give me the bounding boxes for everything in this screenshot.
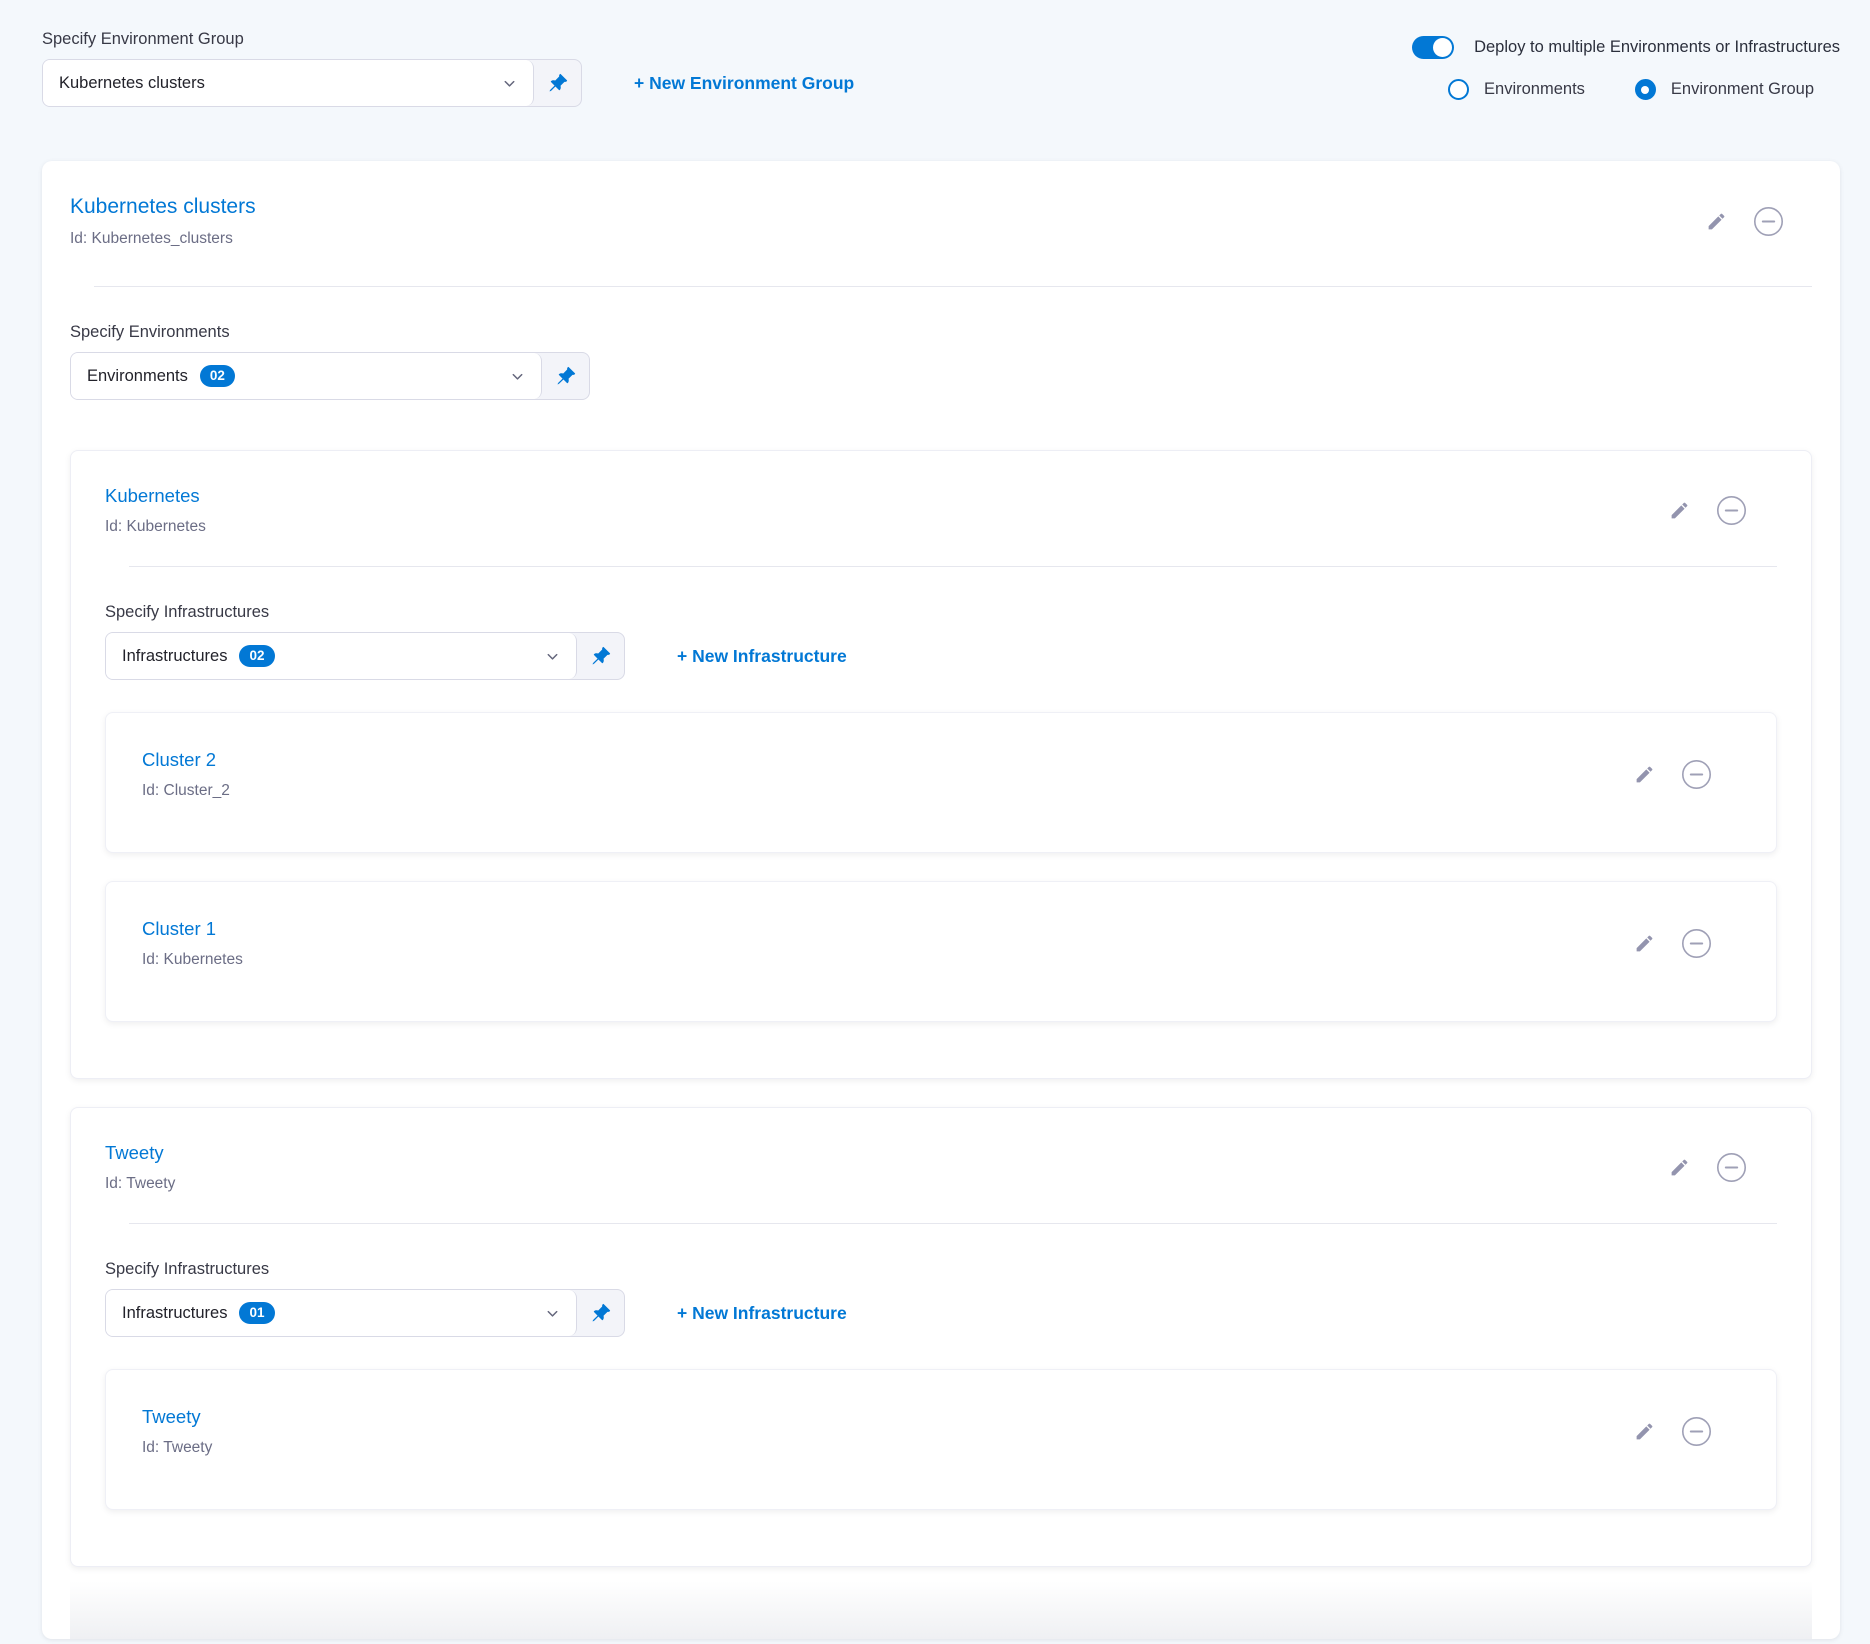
remove-minus-circle-icon (1753, 206, 1784, 237)
divider (129, 566, 1777, 567)
infrastructures-count-badge: 01 (239, 1302, 274, 1324)
radio-environment-group[interactable]: Environment Group (1635, 79, 1814, 100)
deploy-multiple-toggle-label: Deploy to multiple Environments or Infra… (1474, 38, 1840, 57)
infrastructures-select-value: Infrastructures (122, 647, 227, 666)
environment-title[interactable]: Tweety (105, 1142, 175, 1164)
new-infrastructure-link[interactable]: + New Infrastructure (677, 646, 847, 667)
divider (129, 1223, 1777, 1224)
environment-heading: Kubernetes Id: Kubernetes (105, 485, 206, 536)
infrastructure-title[interactable]: Cluster 2 (142, 749, 230, 771)
infrastructure-id: Id: Kubernetes (142, 951, 243, 969)
edit-infrastructure-button[interactable] (1634, 764, 1655, 785)
edit-pencil-icon (1706, 211, 1727, 232)
new-infrastructure-link[interactable]: + New Infrastructure (677, 1303, 847, 1324)
environment-group-select-value: Kubernetes clusters (59, 74, 205, 93)
environment-heading: Tweety Id: Tweety (105, 1142, 175, 1193)
infrastructure-heading: Cluster 2 Id: Cluster_2 (142, 749, 230, 800)
infrastructure-card: Tweety Id: Tweety (105, 1369, 1777, 1510)
radio-circle-icon (1448, 79, 1469, 100)
divider (94, 286, 1812, 287)
environment-card: Tweety Id: Tweety Specify Infrastructure… (70, 1107, 1812, 1567)
edit-pencil-icon (1669, 500, 1690, 521)
specify-infrastructures-label: Specify Infrastructures (105, 1260, 1777, 1279)
environment-group-id: Id: Kubernetes_clusters (70, 230, 256, 248)
pin-infrastructures-button[interactable] (577, 1290, 624, 1336)
environment-group-heading: Kubernetes clusters Id: Kubernetes_clust… (70, 195, 256, 248)
pin-environments-button[interactable] (542, 353, 589, 399)
infrastructures-list: Tweety Id: Tweety (105, 1369, 1777, 1510)
environment-group-card: Kubernetes clusters Id: Kubernetes_clust… (42, 161, 1840, 1639)
infrastructures-count-badge: 02 (239, 645, 274, 667)
pushpin-icon (591, 1303, 611, 1323)
environment-id: Id: Kubernetes (105, 518, 206, 536)
bottom-scroll-fade (70, 1581, 1812, 1639)
infrastructure-heading: Cluster 1 Id: Kubernetes (142, 918, 243, 969)
infrastructure-title[interactable]: Cluster 1 (142, 918, 243, 940)
edit-environment-button[interactable] (1669, 500, 1690, 521)
edit-infrastructure-button[interactable] (1634, 1421, 1655, 1442)
environment-group-selector-block: Specify Environment Group Kubernetes clu… (42, 30, 854, 107)
chevron-down-icon (545, 1306, 560, 1321)
edit-environment-group-button[interactable] (1706, 211, 1727, 232)
remove-minus-circle-icon (1681, 759, 1712, 790)
radio-environment-group-label: Environment Group (1671, 80, 1814, 99)
remove-infrastructure-button[interactable] (1681, 759, 1712, 790)
environment-group-select[interactable]: Kubernetes clusters (42, 59, 582, 107)
edit-environment-button[interactable] (1669, 1157, 1690, 1178)
chevron-down-icon (545, 649, 560, 664)
radio-environments-label: Environments (1484, 80, 1585, 99)
pushpin-icon (591, 646, 611, 666)
infrastructures-select-value: Infrastructures (122, 1304, 227, 1323)
infrastructures-select[interactable]: Infrastructures 02 (105, 632, 625, 680)
environments-count-badge: 02 (200, 365, 235, 387)
environments-select[interactable]: Environments 02 (70, 352, 590, 400)
infrastructure-id: Id: Tweety (142, 1439, 212, 1457)
remove-minus-circle-icon (1716, 495, 1747, 526)
edit-pencil-icon (1634, 933, 1655, 954)
infrastructure-card: Cluster 1 Id: Kubernetes (105, 881, 1777, 1022)
remove-minus-circle-icon (1681, 1416, 1712, 1447)
top-bar: Specify Environment Group Kubernetes clu… (0, 0, 1870, 107)
deploy-options-block: Deploy to multiple Environments or Infra… (1412, 30, 1840, 107)
chevron-down-icon (502, 76, 517, 91)
remove-minus-circle-icon (1681, 928, 1712, 959)
environment-card: Kubernetes Id: Kubernetes Specify Infras… (70, 450, 1812, 1079)
infrastructures-select[interactable]: Infrastructures 01 (105, 1289, 625, 1337)
infrastructure-title[interactable]: Tweety (142, 1406, 212, 1428)
deploy-multiple-toggle[interactable] (1412, 36, 1454, 59)
infrastructure-card: Cluster 2 Id: Cluster_2 (105, 712, 1777, 853)
radio-selected-circle-icon (1635, 79, 1656, 100)
chevron-down-icon (510, 369, 525, 384)
environments-list: Kubernetes Id: Kubernetes Specify Infras… (70, 450, 1812, 1567)
edit-pencil-icon (1634, 1421, 1655, 1442)
environment-id: Id: Tweety (105, 1175, 175, 1193)
toggle-knob (1433, 38, 1452, 57)
environment-group-title[interactable]: Kubernetes clusters (70, 195, 256, 219)
radio-environments[interactable]: Environments (1448, 79, 1585, 100)
environments-select-value: Environments (87, 367, 188, 386)
infrastructures-list: Cluster 2 Id: Cluster_2 Cluster 1 Id: Ku… (105, 712, 1777, 1022)
edit-pencil-icon (1669, 1157, 1690, 1178)
edit-pencil-icon (1634, 764, 1655, 785)
specify-infrastructures-label: Specify Infrastructures (105, 603, 1777, 622)
pushpin-icon (556, 366, 576, 386)
remove-minus-circle-icon (1716, 1152, 1747, 1183)
environment-group-label: Specify Environment Group (42, 30, 854, 49)
remove-environment-button[interactable] (1716, 495, 1747, 526)
remove-environment-button[interactable] (1716, 1152, 1747, 1183)
remove-environment-group-button[interactable] (1753, 206, 1784, 237)
infrastructure-heading: Tweety Id: Tweety (142, 1406, 212, 1457)
remove-infrastructure-button[interactable] (1681, 1416, 1712, 1447)
remove-infrastructure-button[interactable] (1681, 928, 1712, 959)
new-environment-group-link[interactable]: + New Environment Group (634, 73, 854, 94)
pin-environment-group-button[interactable] (534, 60, 581, 106)
specify-environments-label: Specify Environments (70, 323, 1812, 342)
pin-infrastructures-button[interactable] (577, 633, 624, 679)
environment-title[interactable]: Kubernetes (105, 485, 206, 507)
edit-infrastructure-button[interactable] (1634, 933, 1655, 954)
pushpin-icon (548, 73, 568, 93)
infrastructure-id: Id: Cluster_2 (142, 782, 230, 800)
